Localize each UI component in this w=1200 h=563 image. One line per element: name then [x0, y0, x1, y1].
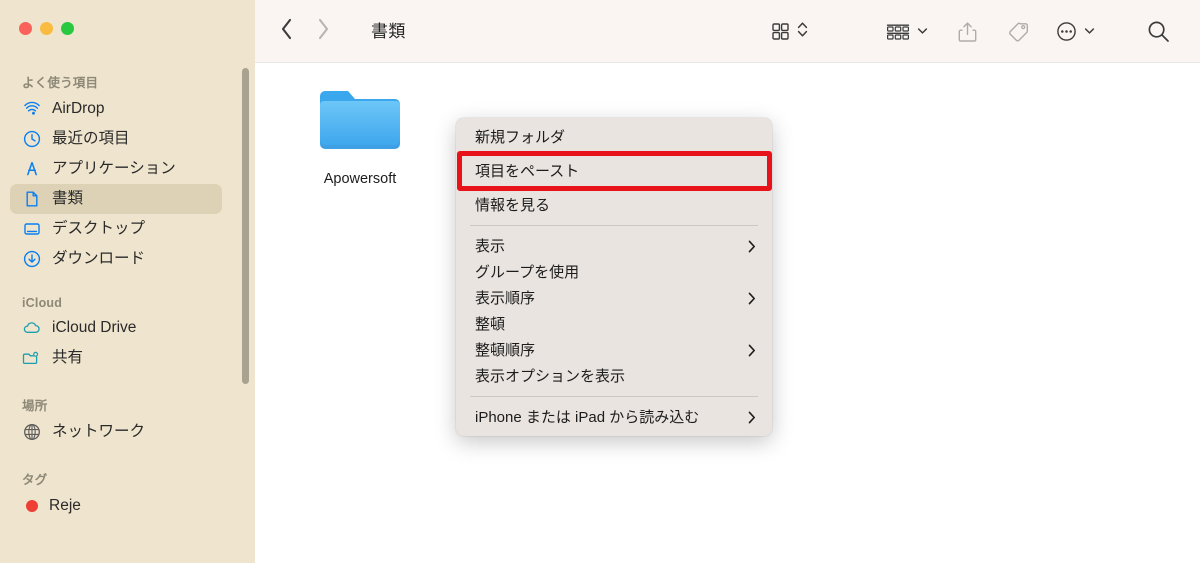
menu-item-get-info[interactable]: 情報を見る: [456, 192, 772, 218]
sidebar-section-tags-header: タグ: [22, 473, 48, 487]
sidebar-item-label: iCloud Drive: [52, 319, 137, 337]
sidebar-item-tag-red[interactable]: Reje: [10, 491, 222, 521]
globe-icon: [22, 423, 41, 442]
chevron-right-icon: [748, 411, 756, 424]
menu-item-show-view-options[interactable]: 表示オプションを表示: [456, 363, 772, 389]
back-button[interactable]: [280, 18, 293, 45]
sidebar-item-icloud-drive[interactable]: iCloud Drive: [10, 313, 222, 343]
menu-item-use-groups[interactable]: グループを使用: [456, 259, 772, 285]
chevron-right-icon: [748, 292, 756, 305]
menu-item-label: 表示順序: [475, 289, 536, 307]
menu-item-new-folder[interactable]: 新規フォルダ: [456, 124, 772, 150]
menu-item-clean-up-by[interactable]: 整頓順序: [456, 337, 772, 363]
context-menu: 新規フォルダ 項目をペースト 情報を見る 表示 グループを使用 表示順序 整頓 …: [456, 118, 772, 436]
sidebar-item-airdrop[interactable]: AirDrop: [10, 94, 222, 124]
menu-item-clean-up[interactable]: 整頓: [456, 311, 772, 337]
red-tag-dot-icon: [26, 500, 38, 512]
file-item-apowersoft[interactable]: Apowersoft: [295, 85, 425, 187]
search-button[interactable]: [1147, 0, 1170, 63]
menu-item-label: 表示オプションを表示: [475, 367, 626, 385]
chevron-down-icon: [1084, 23, 1095, 41]
menu-item-label: グループを使用: [475, 263, 580, 281]
sidebar-section-locations-header: 場所: [22, 399, 48, 413]
tag-button[interactable]: [1007, 0, 1030, 63]
minimize-button[interactable]: [40, 22, 53, 35]
menu-item-label: 項目をペースト: [475, 162, 580, 180]
sidebar-scroll-area: よく使う項目 AirDrop 最近の項目 アプリケーション 書類 デスクトップ …: [0, 60, 255, 563]
navigation-buttons: [280, 18, 330, 45]
toolbar-actions: [771, 0, 1200, 63]
sidebar-item-label: AirDrop: [52, 100, 105, 118]
file-name-label: Apowersoft: [323, 171, 397, 187]
view-mode-button[interactable]: [771, 0, 808, 63]
clock-icon: [22, 130, 41, 149]
sidebar: よく使う項目 AirDrop 最近の項目 アプリケーション 書類 デスクトップ …: [0, 0, 255, 563]
sidebar-section-icloud-header: iCloud: [22, 296, 63, 310]
chevron-up-down-icon: [797, 20, 808, 44]
document-icon: [22, 190, 41, 209]
sidebar-item-label: 最近の項目: [52, 130, 130, 148]
shared-folder-icon: [22, 349, 41, 368]
menu-item-label: 整頓順序: [475, 341, 536, 359]
sidebar-item-desktop[interactable]: デスクトップ: [10, 214, 222, 244]
group-by-button[interactable]: [886, 0, 928, 63]
sidebar-item-applications[interactable]: アプリケーション: [10, 154, 222, 184]
sidebar-item-documents[interactable]: 書類: [10, 184, 222, 214]
finder-window: よく使う項目 AirDrop 最近の項目 アプリケーション 書類 デスクトップ …: [0, 0, 1200, 563]
menu-item-label: 新規フォルダ: [475, 128, 566, 146]
desktop-icon: [22, 220, 41, 239]
menu-item-label: 表示: [475, 237, 506, 255]
chevron-right-icon: [748, 344, 756, 357]
maximize-button[interactable]: [61, 22, 74, 35]
sidebar-item-downloads[interactable]: ダウンロード: [10, 244, 222, 274]
sidebar-section-favorites-header: よく使う項目: [22, 76, 99, 90]
menu-item-label: 情報を見る: [475, 196, 551, 214]
menu-item-sort-order[interactable]: 表示順序: [456, 285, 772, 311]
sidebar-scrollbar[interactable]: [242, 68, 249, 384]
menu-item-label: iPhone または iPad から読み込む: [475, 408, 700, 426]
menu-item-view[interactable]: 表示: [456, 233, 772, 259]
menu-item-label: 整頓: [475, 315, 506, 333]
toolbar: 書類: [255, 0, 1200, 63]
page-title: 書類: [371, 22, 406, 41]
menu-item-paste-item[interactable]: 項目をペースト: [456, 158, 772, 184]
airdrop-icon: [22, 100, 41, 119]
close-button[interactable]: [19, 22, 32, 35]
sidebar-item-recents[interactable]: 最近の項目: [10, 124, 222, 154]
share-button[interactable]: [958, 0, 977, 63]
sidebar-item-label: ダウンロード: [52, 250, 146, 268]
download-icon: [22, 250, 41, 269]
folder-icon: [316, 85, 404, 162]
menu-separator: [470, 225, 758, 226]
traffic-light-controls: [19, 22, 74, 35]
sidebar-item-shared[interactable]: 共有: [10, 343, 222, 373]
sidebar-item-network[interactable]: ネットワーク: [10, 417, 222, 447]
sidebar-item-label: 書類: [52, 190, 84, 208]
sidebar-item-label: Reje: [49, 497, 81, 515]
sidebar-item-label: 共有: [52, 349, 84, 367]
applications-icon: [22, 160, 41, 179]
forward-button[interactable]: [317, 18, 330, 45]
sidebar-item-label: ネットワーク: [52, 423, 146, 441]
chevron-right-icon: [748, 240, 756, 253]
sidebar-item-label: アプリケーション: [52, 160, 176, 178]
more-actions-button[interactable]: [1056, 0, 1095, 63]
sidebar-item-label: デスクトップ: [52, 220, 146, 238]
menu-item-import-from-iphone-ipad[interactable]: iPhone または iPad から読み込む: [456, 404, 772, 430]
cloud-icon: [22, 319, 41, 338]
menu-separator: [470, 396, 758, 397]
chevron-down-icon: [917, 23, 928, 41]
